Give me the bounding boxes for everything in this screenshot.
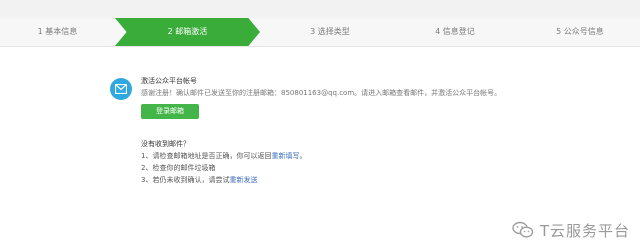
help-title: 没有收到邮件？ bbox=[141, 140, 190, 148]
help-line-3: 3、若仍未收到确认，请尝试重新发送 bbox=[141, 175, 257, 185]
help-line-1: 1、请检查邮箱地址是否正确，你可以返回重新填写。 bbox=[141, 151, 306, 161]
step-1: 1 基本信息 bbox=[37, 27, 78, 36]
top-bar bbox=[0, 0, 640, 18]
watermark-text: T云服务平台 bbox=[539, 221, 630, 240]
step-2-active: 2 邮箱激活 bbox=[115, 18, 260, 46]
wechat-icon bbox=[512, 221, 534, 238]
step-3: 3 选择类型 bbox=[310, 27, 350, 36]
mail-icon bbox=[110, 78, 132, 100]
refill-link[interactable]: 重新填写 bbox=[271, 152, 299, 160]
step-5: 5 公众号信息 bbox=[556, 27, 604, 36]
help-line-1-text: 1、请检查邮箱地址是否正确，你可以返回 bbox=[141, 152, 272, 160]
help-line-3-text: 3、若仍未收到确认，请尝试 bbox=[141, 176, 230, 184]
step-indicator: 1 基本信息 2 邮箱激活 3 选择类型 4 信息登记 5 公众号信息 bbox=[0, 18, 640, 47]
help-line-2: 2、检查你的邮件垃圾箱 bbox=[141, 164, 216, 172]
help-line-1-suffix: 。 bbox=[299, 152, 307, 160]
watermark: T云服务平台 bbox=[512, 220, 630, 240]
message-title: 激活公众平台帐号 bbox=[141, 77, 197, 85]
login-mailbox-button[interactable]: 登录邮箱 bbox=[141, 104, 199, 119]
message-description: 感谢注册！确认邮件已发送至你的注册邮箱：850801163@qq.com。请进入… bbox=[141, 89, 502, 97]
resend-link[interactable]: 重新发送 bbox=[229, 176, 257, 184]
step-4: 4 信息登记 bbox=[435, 27, 475, 36]
